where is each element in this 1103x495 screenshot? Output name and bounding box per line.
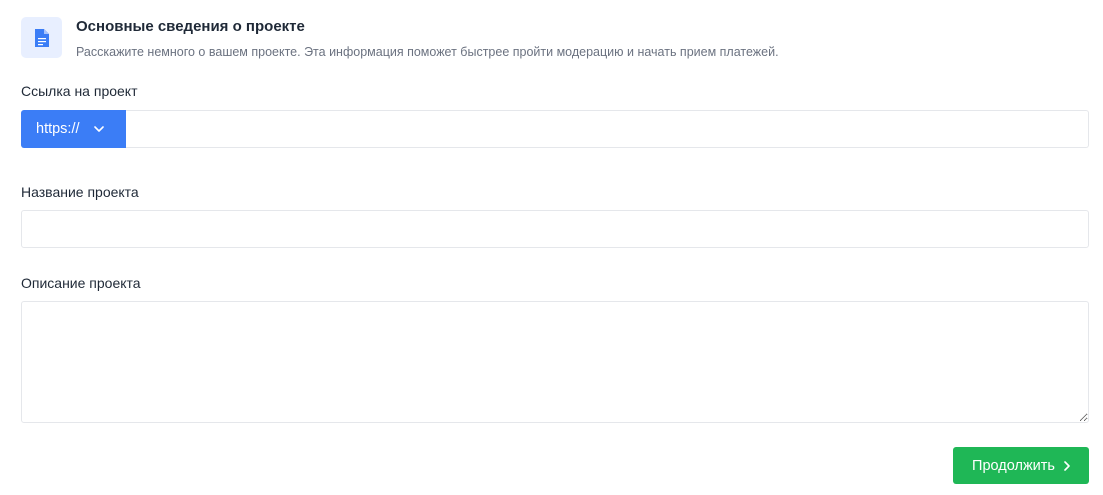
protocol-dropdown[interactable]: https:// (21, 110, 126, 148)
section-header: Основные сведения о проекте Расскажите н… (21, 17, 779, 60)
continue-button[interactable]: Продолжить (953, 447, 1089, 484)
continue-button-label: Продолжить (972, 457, 1055, 474)
name-label: Название проекта (21, 184, 139, 200)
protocol-value: https:// (36, 121, 80, 137)
url-label: Ссылка на проект (21, 83, 138, 99)
url-field-group: https:// (21, 110, 1089, 148)
document-icon (21, 17, 62, 58)
project-description-textarea[interactable] (21, 301, 1089, 423)
chevron-right-icon (1064, 460, 1070, 471)
project-name-input[interactable] (21, 210, 1089, 248)
description-label: Описание проекта (21, 275, 141, 291)
url-input[interactable] (126, 110, 1089, 148)
section-title: Основные сведения о проекте (76, 18, 305, 35)
chevron-down-icon (93, 126, 104, 132)
section-subtitle: Расскажите немного о вашем проекте. Эта … (76, 45, 779, 59)
